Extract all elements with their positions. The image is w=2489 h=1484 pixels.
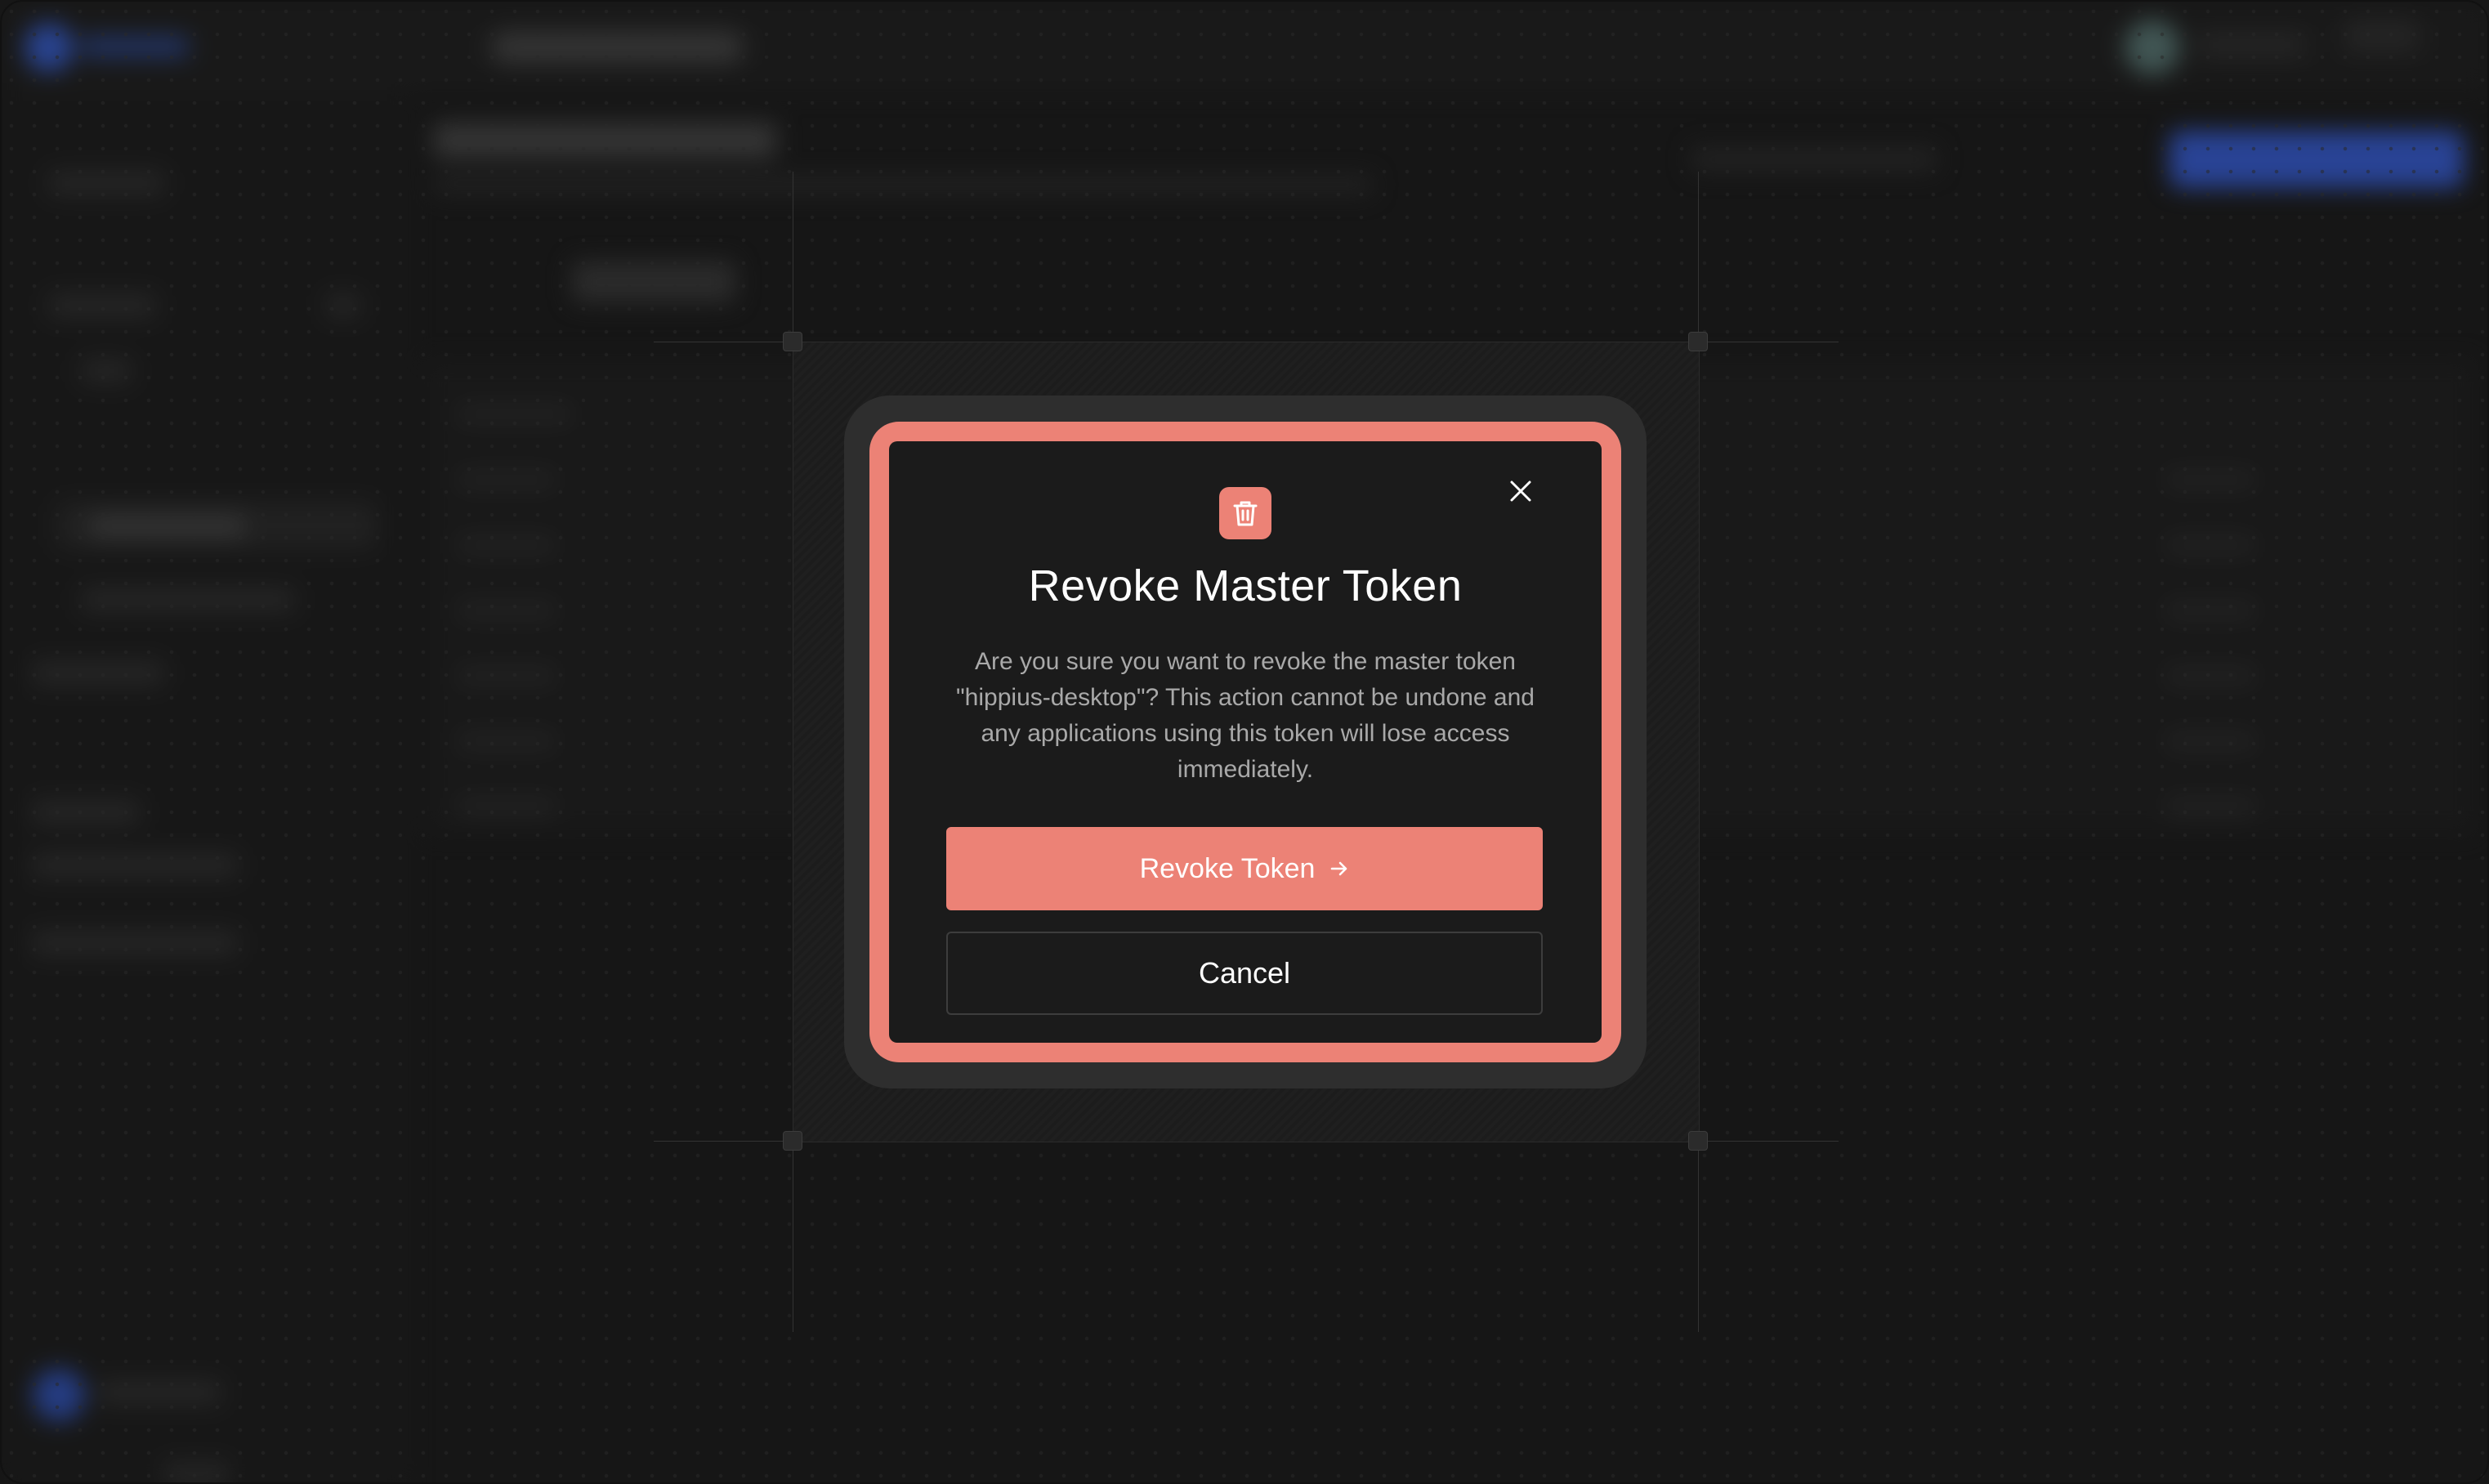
corner-marker-icon (1688, 1131, 1708, 1151)
trash-icon (1233, 501, 1258, 526)
corner-marker-icon (783, 1131, 802, 1151)
app-window: Revoke Master Token Are you sure you wan… (0, 0, 2489, 1484)
corner-marker-icon (1688, 332, 1708, 351)
corner-marker-icon (783, 332, 802, 351)
cancel-button[interactable]: Cancel (946, 932, 1543, 1015)
revoke-token-button[interactable]: Revoke Token (946, 827, 1543, 910)
revoke-token-label: Revoke Token (1139, 852, 1316, 884)
close-icon (1510, 481, 1531, 502)
arrow-right-icon (1331, 861, 1347, 876)
revoke-token-dialog: Revoke Master Token Are you sure you wan… (889, 441, 1602, 1043)
dialog-message: Are you sure you want to revoke the mast… (956, 648, 1535, 783)
cancel-label: Cancel (1198, 956, 1291, 990)
trash-icon-badge (1219, 487, 1271, 539)
dialog-title: Revoke Master Token (1028, 561, 1463, 610)
close-button[interactable] (1499, 469, 1543, 513)
